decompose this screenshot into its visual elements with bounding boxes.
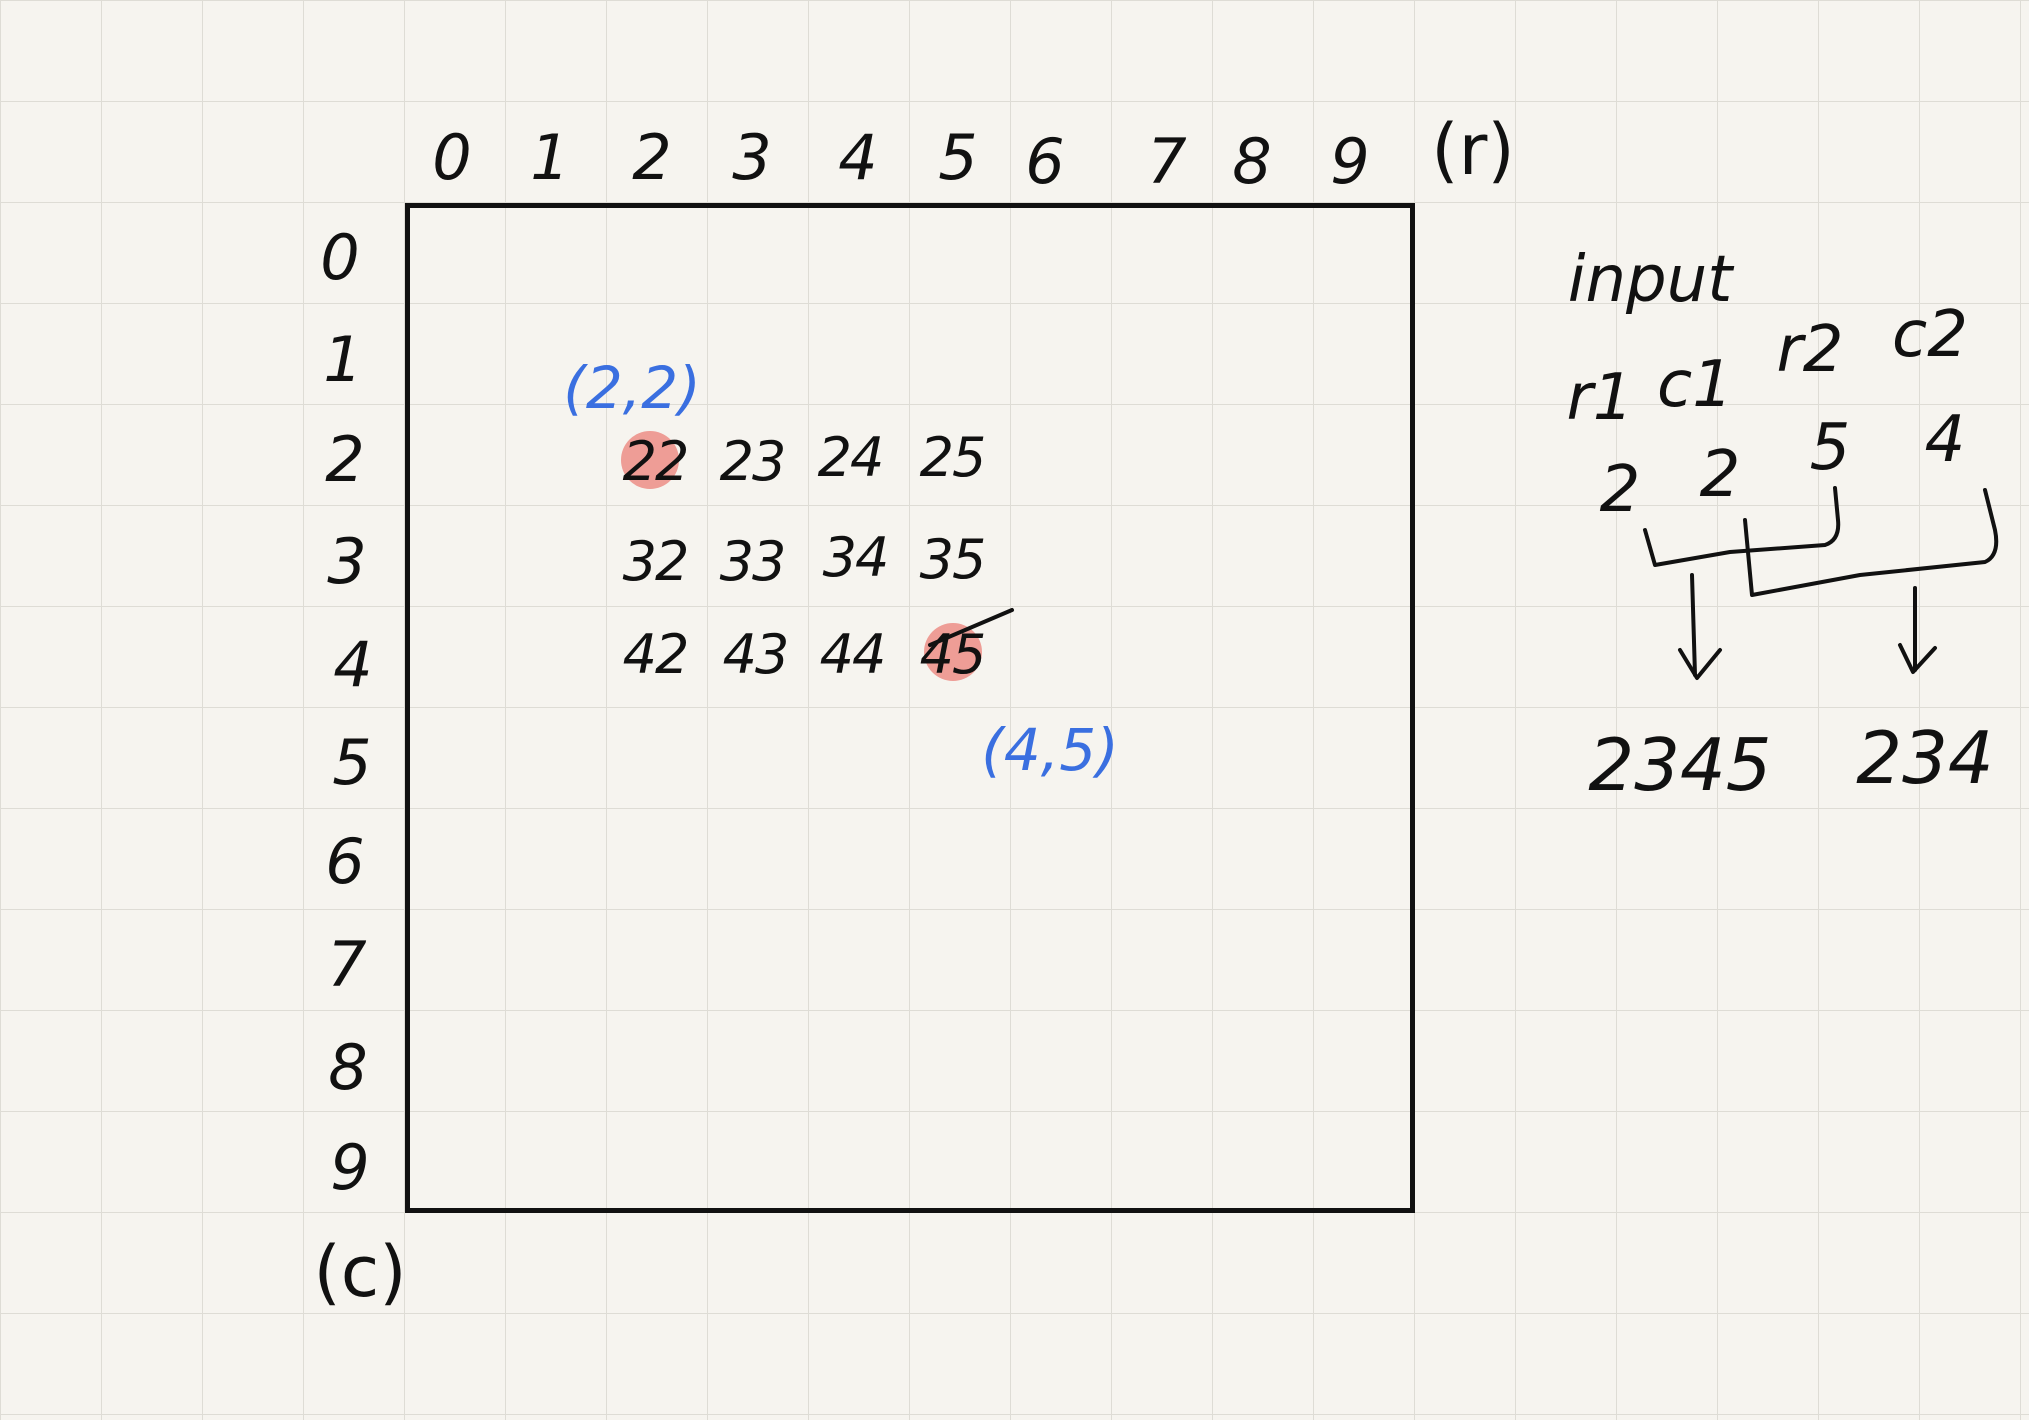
row-label-8: 8: [328, 1031, 368, 1104]
cell-25: 25: [919, 426, 987, 489]
cell-45: 45: [919, 623, 987, 686]
bracket-r1-r2: [1643, 486, 1841, 567]
col-label-7: 7: [1147, 125, 1187, 198]
input-value-r1: 2: [1599, 453, 1641, 527]
end-coordinate: (4,5): [981, 716, 1119, 784]
row-label-3: 3: [327, 525, 367, 598]
col-label-0: 0: [432, 121, 472, 194]
cell-42: 42: [622, 623, 690, 686]
col-label-1: 1: [530, 121, 570, 194]
row-axis-name: (c): [313, 1231, 407, 1313]
cell-33: 33: [719, 530, 787, 593]
cell-35: 35: [919, 528, 987, 591]
col-label-4: 4: [838, 121, 878, 194]
input-value-c2: 4: [1924, 403, 1966, 477]
row-label-4: 4: [333, 628, 373, 701]
cell-24: 24: [817, 426, 885, 489]
row-label-0: 0: [320, 221, 360, 294]
col-label-9: 9: [1330, 125, 1370, 198]
row-label-7: 7: [327, 928, 367, 1001]
input-header-r2: r2: [1776, 313, 1844, 387]
input-value-r2: 5: [1809, 411, 1851, 485]
col-label-6: 6: [1025, 125, 1065, 198]
cell-44: 44: [819, 623, 887, 686]
cell-43: 43: [722, 623, 790, 686]
col-axis-name: (r): [1431, 109, 1515, 191]
graph-paper: 0 1 2 3 4 5 6 7 8 9 (r) 0 1 2 3 4 5 6 7 …: [0, 0, 2029, 1420]
row-label-9: 9: [330, 1131, 370, 1204]
row-label-6: 6: [325, 825, 365, 898]
cell-32: 32: [622, 530, 690, 593]
result-row-range: 2345: [1588, 723, 1772, 807]
arrow-left-shaft: [1690, 573, 1697, 677]
cell-34: 34: [822, 526, 890, 589]
arrow-right-head: [1898, 643, 1937, 674]
bracket-c1-c2: [1743, 488, 1999, 597]
row-label-2: 2: [325, 423, 365, 496]
arrow-left-head: [1678, 648, 1722, 680]
cell-23: 23: [719, 430, 787, 493]
col-label-2: 2: [632, 121, 672, 194]
col-label-8: 8: [1232, 125, 1272, 198]
cell-22: 22: [622, 430, 690, 493]
result-col-range: 234: [1856, 716, 1994, 800]
col-label-5: 5: [938, 121, 978, 194]
input-title: input: [1567, 243, 1733, 317]
start-coordinate: (2,2): [563, 354, 701, 422]
grid-boundary: [405, 203, 1415, 1213]
row-label-5: 5: [332, 726, 372, 799]
col-label-3: 3: [732, 121, 772, 194]
input-header-r1: r1: [1566, 361, 1634, 435]
input-value-c1: 2: [1699, 438, 1741, 512]
input-header-c2: c2: [1892, 298, 1968, 372]
row-label-1: 1: [323, 323, 363, 396]
input-header-c1: c1: [1657, 348, 1733, 422]
